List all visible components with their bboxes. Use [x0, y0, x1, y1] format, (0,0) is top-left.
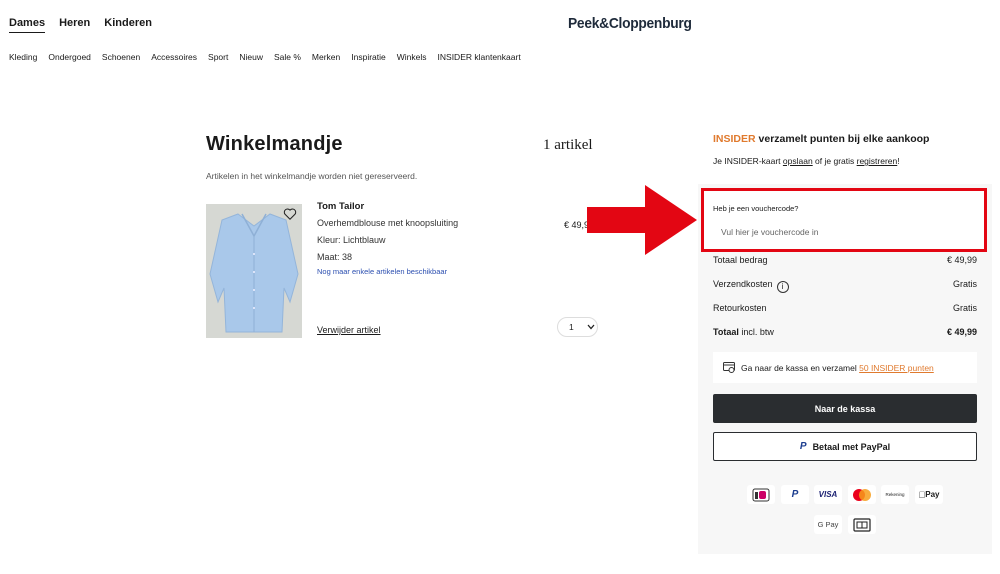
info-icon[interactable]: i [776, 281, 789, 293]
grand-total-value: € 49,99 [946, 327, 977, 337]
availability-notice: Nog maar enkele artikelen beschikbaar [317, 267, 448, 276]
apple-icon:  [919, 490, 926, 500]
voucher-code-input[interactable] [713, 219, 979, 245]
mastercard-icon [848, 485, 876, 504]
product-color: Kleur: Lichtblauw [317, 235, 386, 245]
giftcard-icon [848, 515, 876, 534]
category-sport[interactable]: Sport [208, 52, 228, 62]
category-inspiratie[interactable]: Inspiratie [351, 52, 386, 62]
gender-nav: Dames Heren Kinderen [9, 17, 152, 33]
paypal-button[interactable]: P Betaal met PayPal [713, 432, 977, 461]
blouse-image [206, 204, 302, 338]
insider-headline-text: verzamelt punten bij elke aankoop [755, 133, 930, 145]
ideal-icon [747, 485, 775, 504]
category-accessoires[interactable]: Accessoires [151, 52, 197, 62]
gender-tab-heren[interactable]: Heren [59, 17, 90, 33]
insider-sub-prefix: Je INSIDER-kaart [713, 156, 783, 166]
visa-icon: VISA [814, 485, 842, 504]
card-points-icon [723, 362, 735, 373]
google-pay-icon: G Pay [814, 515, 842, 534]
category-insider-klantenkaart[interactable]: INSIDER klantenkaart [438, 52, 521, 62]
quantity-select[interactable]: 1 [557, 317, 598, 337]
summary-grand-total-row: Totaal incl. btw € 49,99 [713, 327, 977, 337]
shipping-value: Gratis [952, 279, 977, 289]
save-card-link[interactable]: opslaan [783, 156, 813, 166]
category-winkels[interactable]: Winkels [397, 52, 427, 62]
product-price: € 49,9 [564, 220, 590, 230]
apple-pay-label: Pay [921, 490, 939, 499]
checkout-button[interactable]: Naar de kassa [713, 394, 977, 423]
category-nav: Kleding Ondergoed Schoenen Accessoires S… [9, 52, 521, 62]
summary-return-row: Retourkosten Gratis [713, 303, 977, 313]
points-text: Ga naar de kassa en verzamel [741, 362, 860, 373]
insider-sub-mid: of je gratis [812, 156, 857, 166]
category-kleding[interactable]: Kleding [9, 52, 37, 62]
return-value: Gratis [952, 303, 977, 313]
apple-pay-icon:  Pay [915, 485, 943, 504]
red-arrow-icon [587, 185, 697, 255]
summary-shipping-row: Verzendkosten i Gratis [713, 279, 977, 293]
total-label: Totaal bedrag [713, 255, 768, 265]
category-sale[interactable]: Sale % [274, 52, 301, 62]
chevron-down-icon [587, 324, 595, 330]
insider-headline: INSIDER verzamelt punten bij elke aankoo… [713, 133, 929, 145]
paypal-icon: P [799, 441, 807, 452]
category-nieuw[interactable]: Nieuw [239, 52, 263, 62]
paypal-logo-icon: P [781, 485, 809, 504]
cart-reservation-note: Artikelen in het winkelmandje worden nie… [206, 171, 418, 181]
page-title: Winkelmandje [206, 133, 343, 155]
heart-icon[interactable] [283, 207, 297, 221]
gender-tab-dames[interactable]: Dames [9, 17, 46, 33]
gender-tab-kinderen[interactable]: Kinderen [104, 17, 152, 33]
grand-total-label: Totaal [713, 327, 739, 337]
grand-total-label-suffix: incl. btw [738, 327, 774, 337]
shipping-label: Verzendkosten [713, 279, 773, 289]
product-image[interactable] [206, 204, 302, 338]
total-value: € 49,99 [946, 255, 977, 265]
voucher-label: Heb je een vouchercode? [713, 204, 799, 213]
site-logo[interactable]: Peek&Cloppenburg [568, 15, 692, 32]
remove-item-link[interactable]: Verwijder artikel [317, 325, 381, 335]
summary-total-row: Totaal bedrag € 49,99 [713, 255, 977, 265]
category-merken[interactable]: Merken [312, 52, 340, 62]
rekening-icon: Rekening [881, 485, 909, 504]
insider-points-box: Ga naar de kassa en verzamel 50 INSIDER … [713, 352, 977, 383]
register-link[interactable]: registreren [857, 156, 898, 166]
insider-subtext: Je INSIDER-kaart opslaan of je gratis re… [713, 156, 900, 166]
quantity-value: 1 [569, 322, 574, 332]
category-schoenen[interactable]: Schoenen [102, 52, 140, 62]
insider-points-link[interactable]: 50 INSIDER punten [859, 363, 934, 373]
insider-sub-suffix: ! [897, 156, 900, 166]
product-size: Maat: 38 [317, 252, 353, 262]
insider-brand: INSIDER [713, 133, 756, 145]
category-ondergoed[interactable]: Ondergoed [48, 52, 91, 62]
product-description: Overhemdblouse met knoopsluiting [317, 218, 459, 228]
product-brand[interactable]: Tom Tailor [317, 201, 364, 212]
cart-item-count: 1 artikel [543, 137, 593, 153]
paypal-button-label: Betaal met PayPal [812, 441, 891, 452]
return-label: Retourkosten [713, 303, 767, 313]
